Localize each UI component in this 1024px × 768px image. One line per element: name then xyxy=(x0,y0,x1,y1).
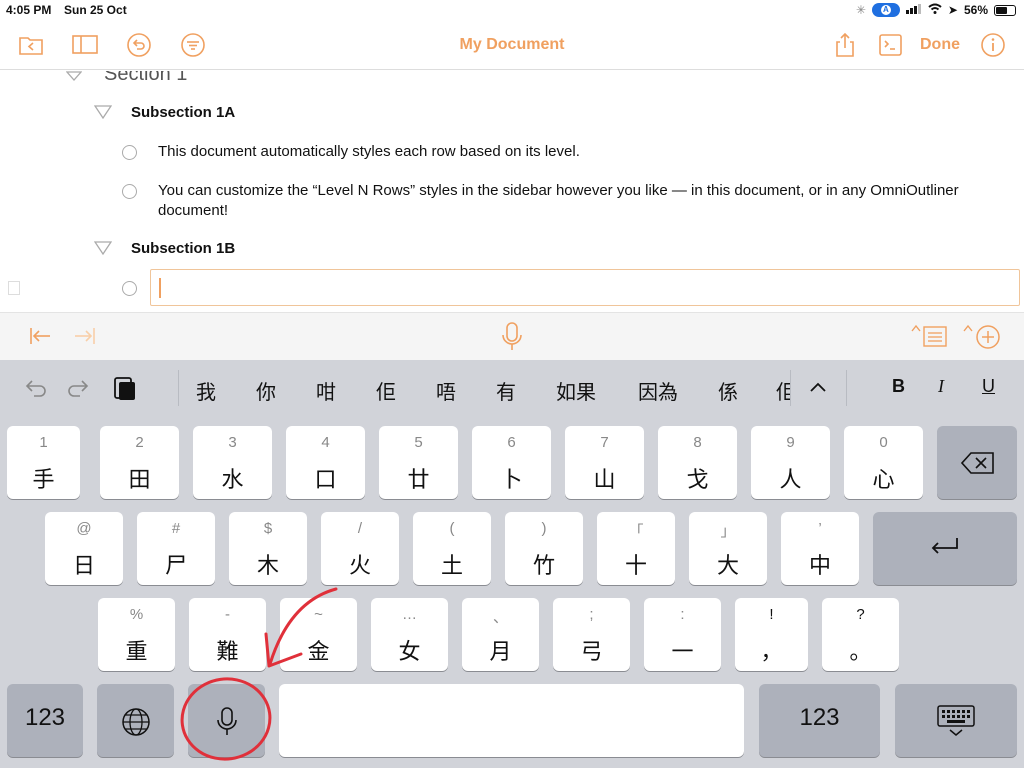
annotation-circle xyxy=(180,677,272,761)
annotation-arrow-shaft xyxy=(268,587,338,666)
annotation-overlay xyxy=(180,587,338,761)
